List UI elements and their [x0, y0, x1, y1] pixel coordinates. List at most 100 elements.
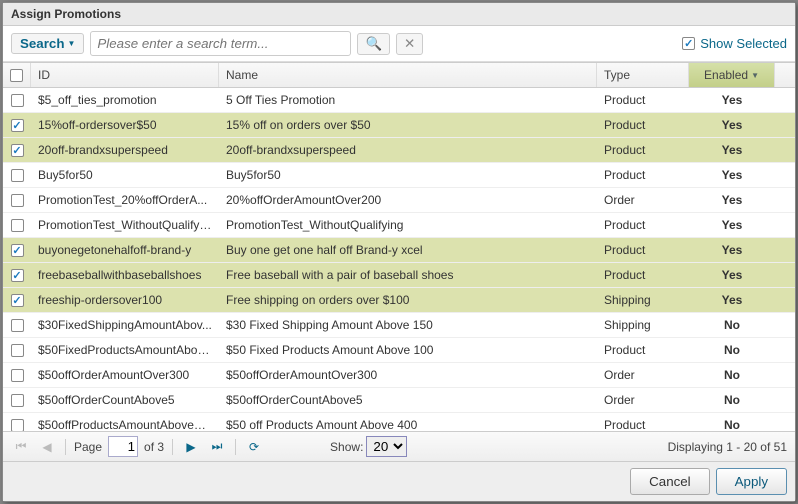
row-checkbox[interactable] [3, 288, 31, 312]
cell-type: Product [597, 163, 689, 187]
cell-name: Free shipping on orders over $100 [219, 288, 597, 312]
table-row[interactable]: freebaseballwithbaseballshoesFree baseba… [3, 263, 795, 288]
cell-id: $50offProductsAmountAbove400 [31, 413, 219, 431]
table-row[interactable]: $50offOrderCountAbove5$50offOrderCountAb… [3, 388, 795, 413]
grid-body[interactable]: $5_off_ties_promotion5 Off Ties Promotio… [3, 88, 795, 431]
cell-type: Shipping [597, 288, 689, 312]
row-checkbox[interactable] [3, 188, 31, 212]
row-checkbox[interactable] [3, 413, 31, 431]
cell-enabled: Yes [689, 188, 775, 212]
refresh-icon: ⟳ [249, 440, 259, 454]
last-page-button[interactable]: ⏭ [207, 437, 227, 457]
header-checkbox[interactable] [3, 63, 31, 87]
show-selected-checkbox[interactable] [682, 37, 695, 50]
cell-name: $50offOrderAmountOver300 [219, 363, 597, 387]
first-page-button[interactable]: ⏮ [11, 437, 31, 457]
sort-desc-icon: ▼ [751, 71, 759, 80]
column-header-name[interactable]: Name [219, 63, 597, 87]
cell-name: 5 Off Ties Promotion [219, 88, 597, 112]
row-checkbox[interactable] [3, 263, 31, 287]
cell-id: $30FixedShippingAmountAbov... [31, 313, 219, 337]
show-selected-toggle[interactable]: Show Selected [682, 36, 787, 51]
cell-name: 15% off on orders over $50 [219, 113, 597, 137]
table-row[interactable]: PromotionTest_20%offOrderA...20%offOrder… [3, 188, 795, 213]
cell-type: Product [597, 238, 689, 262]
row-checkbox[interactable] [3, 238, 31, 262]
cell-id: freebaseballwithbaseballshoes [31, 263, 219, 287]
cell-enabled: Yes [689, 288, 775, 312]
prev-page-button[interactable]: ◀ [37, 437, 57, 457]
page-size-select[interactable]: 20 [366, 436, 407, 457]
cell-enabled: Yes [689, 213, 775, 237]
of-pages: of 3 [144, 440, 164, 454]
column-header-type[interactable]: Type [597, 63, 689, 87]
cell-name: $50 off Products Amount Above 400 [219, 413, 597, 431]
clear-search-button[interactable]: ✕ [396, 33, 423, 55]
table-row[interactable]: $50offProductsAmountAbove400$50 off Prod… [3, 413, 795, 431]
cell-enabled: No [689, 413, 775, 431]
cell-name: Buy one get one half off Brand-y xcel [219, 238, 597, 262]
search-icon-button[interactable]: 🔍 [357, 33, 390, 55]
search-input[interactable] [90, 31, 351, 56]
cell-enabled: No [689, 313, 775, 337]
cancel-button[interactable]: Cancel [630, 468, 710, 495]
table-row[interactable]: 15%off-ordersover$5015% off on orders ov… [3, 113, 795, 138]
cell-type: Product [597, 138, 689, 162]
row-checkbox[interactable] [3, 138, 31, 162]
cell-name: Free baseball with a pair of baseball sh… [219, 263, 597, 287]
table-row[interactable]: $30FixedShippingAmountAbov...$30 Fixed S… [3, 313, 795, 338]
cell-type: Product [597, 413, 689, 431]
row-checkbox[interactable] [3, 213, 31, 237]
cell-enabled: Yes [689, 88, 775, 112]
cell-name: $50 Fixed Products Amount Above 100 [219, 338, 597, 362]
refresh-button[interactable]: ⟳ [244, 437, 264, 457]
cell-name: 20off-brandxsuperspeed [219, 138, 597, 162]
apply-button[interactable]: Apply [716, 468, 787, 495]
dialog-title: Assign Promotions [3, 3, 795, 26]
row-checkbox[interactable] [3, 163, 31, 187]
cell-type: Product [597, 338, 689, 362]
promotions-grid: ID Name Type Enabled ▼ $5_off_ties_promo… [3, 62, 795, 431]
next-page-button[interactable]: ▶ [181, 437, 201, 457]
column-header-id[interactable]: ID [31, 63, 219, 87]
row-checkbox[interactable] [3, 88, 31, 112]
cell-enabled: No [689, 388, 775, 412]
cell-id: $50offOrderCountAbove5 [31, 388, 219, 412]
row-checkbox[interactable] [3, 388, 31, 412]
table-row[interactable]: buyonegetonehalfoff-brand-yBuy one get o… [3, 238, 795, 263]
cell-id: 20off-brandxsuperspeed [31, 138, 219, 162]
row-checkbox[interactable] [3, 363, 31, 387]
show-selected-label: Show Selected [700, 36, 787, 51]
table-row[interactable]: $50FixedProductsAmountAbov...$50 Fixed P… [3, 338, 795, 363]
search-dropdown-button[interactable]: Search ▼ [11, 33, 84, 54]
cell-id: $5_off_ties_promotion [31, 88, 219, 112]
row-checkbox[interactable] [3, 338, 31, 362]
cell-type: Product [597, 113, 689, 137]
cell-enabled: Yes [689, 138, 775, 162]
cell-id: freeship-ordersover100 [31, 288, 219, 312]
row-checkbox[interactable] [3, 313, 31, 337]
table-row[interactable]: Buy5for50Buy5for50ProductYes [3, 163, 795, 188]
cell-id: 15%off-ordersover$50 [31, 113, 219, 137]
table-row[interactable]: $5_off_ties_promotion5 Off Ties Promotio… [3, 88, 795, 113]
magnifier-icon: 🔍 [365, 36, 382, 51]
cell-id: buyonegetonehalfoff-brand-y [31, 238, 219, 262]
page-input[interactable] [108, 436, 138, 457]
table-row[interactable]: freeship-ordersover100Free shipping on o… [3, 288, 795, 313]
row-checkbox[interactable] [3, 113, 31, 137]
cell-type: Order [597, 363, 689, 387]
cell-name: $30 Fixed Shipping Amount Above 150 [219, 313, 597, 337]
page-label: Page [74, 440, 102, 454]
table-row[interactable]: $50offOrderAmountOver300$50offOrderAmoun… [3, 363, 795, 388]
table-row[interactable]: 20off-brandxsuperspeed20off-brandxsupers… [3, 138, 795, 163]
assign-promotions-dialog: Assign Promotions Search ▼ 🔍 ✕ Show Sele… [2, 2, 796, 502]
cell-enabled: No [689, 338, 775, 362]
display-info: Displaying 1 - 20 of 51 [668, 440, 787, 454]
cell-enabled: Yes [689, 238, 775, 262]
show-label: Show: [330, 440, 363, 454]
column-header-enabled[interactable]: Enabled ▼ [689, 63, 775, 87]
cell-id: $50FixedProductsAmountAbov... [31, 338, 219, 362]
table-row[interactable]: PromotionTest_WithoutQualifyingPromotion… [3, 213, 795, 238]
cell-name: $50offOrderCountAbove5 [219, 388, 597, 412]
cell-name: PromotionTest_WithoutQualifying [219, 213, 597, 237]
